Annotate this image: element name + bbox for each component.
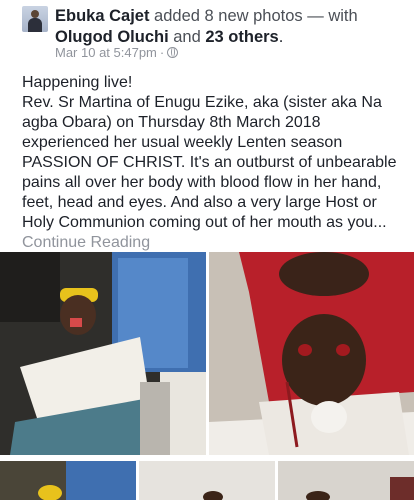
attribution-period: . (278, 28, 284, 46)
photo-3[interactable] (0, 461, 136, 500)
tagged-name[interactable]: Olugod Oluchi (55, 28, 169, 46)
photo-5[interactable] (278, 461, 414, 500)
globe-icon[interactable] (167, 47, 179, 58)
author-avatar[interactable] (22, 6, 48, 32)
photo-1[interactable] (0, 252, 206, 455)
post-timestamp[interactable]: Mar 10 at 5:47pm (55, 45, 157, 60)
continue-reading-link[interactable]: Continue Reading (22, 233, 410, 253)
photo-2[interactable] (209, 252, 414, 455)
photo-4[interactable] (139, 461, 275, 500)
post-body-text: Happening live! Rev. Sr Martina of Enugu… (22, 74, 397, 231)
post-header: Ebuka Cajet added 8 new photos — with Ol… (0, 0, 414, 66)
post-meta: Mar 10 at 5:47pm · (55, 45, 179, 60)
photo-grid (0, 252, 414, 500)
post-body: Happening live! Rev. Sr Martina of Enugu… (22, 73, 410, 253)
post-attribution: Ebuka Cajet added 8 new photos — with Ol… (55, 6, 405, 48)
author-name[interactable]: Ebuka Cajet (55, 7, 149, 25)
tagged-others-link[interactable]: 23 others (205, 28, 278, 46)
post-action: added 8 new photos — with (149, 7, 358, 25)
meta-separator: · (159, 45, 165, 60)
conjunction: and (168, 28, 206, 46)
